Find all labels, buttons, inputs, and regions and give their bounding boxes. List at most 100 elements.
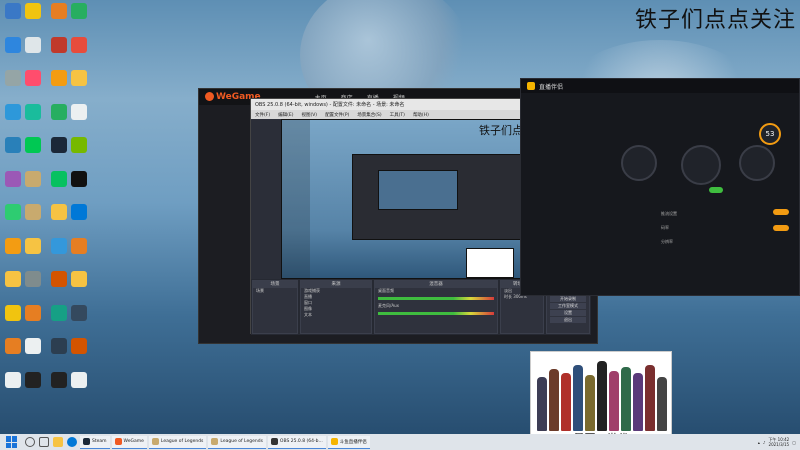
taskbar-tasks: Steam WeGame League of Legends League of Le…	[80, 435, 370, 449]
desktop-shortcut[interactable]	[20, 36, 46, 67]
desktop-shortcut[interactable]	[20, 70, 46, 100]
desktop-shortcut[interactable]	[66, 338, 92, 368]
desktop-shortcut[interactable]	[20, 103, 46, 134]
desktop-shortcut[interactable]	[66, 3, 92, 33]
live-toggle[interactable]	[773, 225, 789, 231]
desktop-shortcut[interactable]	[66, 204, 92, 234]
clock[interactable]: 下午 10:42 2021/3/15	[768, 437, 789, 447]
live-brand: 直播伴侣	[539, 83, 564, 91]
live-setting-circle[interactable]	[621, 145, 657, 181]
live-label: 分辨率	[661, 239, 673, 244]
live-titlebar[interactable]: 直播伴侣	[521, 79, 799, 93]
ball-icon	[51, 3, 67, 19]
preview-icon-column	[282, 120, 310, 278]
desktop-shortcut[interactable]	[20, 170, 46, 201]
video-icon	[25, 70, 41, 86]
menu-file[interactable]: 文件(F)	[255, 112, 270, 118]
menu-profile[interactable]: 配置文件(P)	[325, 112, 349, 118]
figure-2	[549, 369, 559, 431]
dock-sources-title: 来源	[301, 281, 371, 288]
menu-tools[interactable]: 工具(T)	[390, 112, 405, 118]
taskbar-task[interactable]: League of Legends	[208, 435, 266, 449]
cloud-icon	[25, 36, 41, 53]
dock-scenes-title: 场景	[253, 281, 297, 288]
app-icon	[51, 304, 67, 321]
taskbar-task-label: OBS 25.0.8 (64-b...	[279, 439, 323, 444]
network-icon[interactable]: ▴	[758, 440, 760, 445]
desktop-shortcut[interactable]	[20, 271, 46, 301]
game-icon	[51, 271, 67, 287]
settings-icon	[5, 70, 21, 86]
network-icon	[5, 36, 21, 53]
colorful-icon	[5, 170, 21, 187]
taskbar-task[interactable]: OBS 25.0.8 (64-b...	[267, 435, 326, 449]
dock-mixer-title: 混音器	[375, 281, 497, 288]
mail-icon	[5, 103, 21, 120]
desktop-shortcut[interactable]	[20, 338, 46, 368]
taskbar-task[interactable]: WeGame	[111, 435, 147, 449]
volume-icon[interactable]: ♪	[763, 440, 766, 445]
taskbar-task[interactable]: League of Legends	[148, 435, 207, 449]
desktop-shortcut[interactable]	[66, 36, 92, 67]
app-icon	[83, 438, 90, 445]
settings-button[interactable]: 设置	[550, 310, 586, 316]
desktop-shortcut[interactable]	[20, 204, 46, 234]
box-icon	[71, 338, 87, 354]
desktop-shortcut[interactable]	[66, 371, 92, 402]
edge-icon	[71, 204, 87, 220]
taskbar-task-label: Steam	[92, 439, 107, 444]
document-icon	[71, 371, 87, 388]
menu-scene-collection[interactable]: 场景集合(S)	[357, 112, 381, 118]
desktop-shortcut[interactable]	[20, 137, 46, 167]
folder-icon	[51, 204, 67, 220]
live-setting-circle[interactable]	[681, 145, 721, 185]
live-companion-window[interactable]: 直播伴侣 53 推流设置 码率 分辨率	[520, 78, 800, 296]
desktop-shortcut[interactable]	[66, 304, 92, 335]
live-setting-circle[interactable]	[739, 145, 775, 181]
disk-icon	[51, 237, 67, 254]
search-icon[interactable]	[25, 437, 35, 447]
task-view-icon[interactable]	[39, 437, 49, 447]
dock-scenes: 场景 场景	[252, 280, 298, 334]
live-toggle[interactable]	[709, 187, 723, 193]
studio-mode-button[interactable]: 工作室模式	[550, 303, 586, 309]
source-item[interactable]: 文本	[301, 312, 371, 318]
taskbar-task[interactable]: 斗鱼直播伴侣	[327, 435, 370, 449]
desktop-shortcut[interactable]	[66, 137, 92, 167]
notification-icon[interactable]: ▢	[792, 440, 796, 445]
menu-view[interactable]: 视图(V)	[301, 112, 317, 118]
figure-9	[633, 373, 643, 431]
desktop-shortcut[interactable]	[66, 103, 92, 134]
steam-icon	[51, 137, 67, 153]
app-icon	[330, 438, 338, 445]
start-recording-button[interactable]: 开始录制	[550, 296, 586, 302]
exit-button[interactable]: 退出	[550, 317, 586, 323]
scene-item[interactable]: 场景	[253, 288, 297, 294]
desktop-shortcut[interactable]	[66, 70, 92, 100]
taskbar: Steam WeGame League of Legends League of Le…	[0, 434, 800, 450]
desktop-shortcut[interactable]	[66, 237, 92, 268]
desktop-shortcut[interactable]	[20, 3, 46, 33]
folder-icon[interactable]	[53, 437, 63, 447]
audio-meter	[378, 297, 494, 300]
desktop-shortcut[interactable]	[66, 271, 92, 301]
live-logo-icon	[527, 82, 535, 90]
app-icon	[270, 438, 278, 445]
monitor-icon	[71, 304, 87, 321]
menu-help[interactable]: 帮助(H)	[413, 112, 429, 118]
live-toggle[interactable]	[773, 209, 789, 215]
desktop-shortcut[interactable]	[20, 237, 46, 268]
menu-edit[interactable]: 编辑(E)	[278, 112, 293, 118]
desktop-shortcut[interactable]	[20, 371, 46, 402]
edge-icon[interactable]	[67, 437, 77, 447]
mixer-channel-label: 桌面音频	[378, 288, 394, 293]
taskbar-task[interactable]: Steam	[80, 435, 110, 449]
obs-preview[interactable]: 铁子们点点关注	[281, 119, 561, 279]
start-button[interactable]	[6, 436, 18, 448]
desktop-shortcut[interactable]	[20, 304, 46, 335]
wechat-icon	[51, 170, 67, 187]
tool-icon	[25, 271, 41, 287]
app-icon	[51, 338, 67, 354]
obs-title: OBS 25.0.8 (64-bit, windows) - 配置文件: 未命名…	[255, 102, 405, 108]
desktop-shortcut[interactable]	[66, 170, 92, 201]
